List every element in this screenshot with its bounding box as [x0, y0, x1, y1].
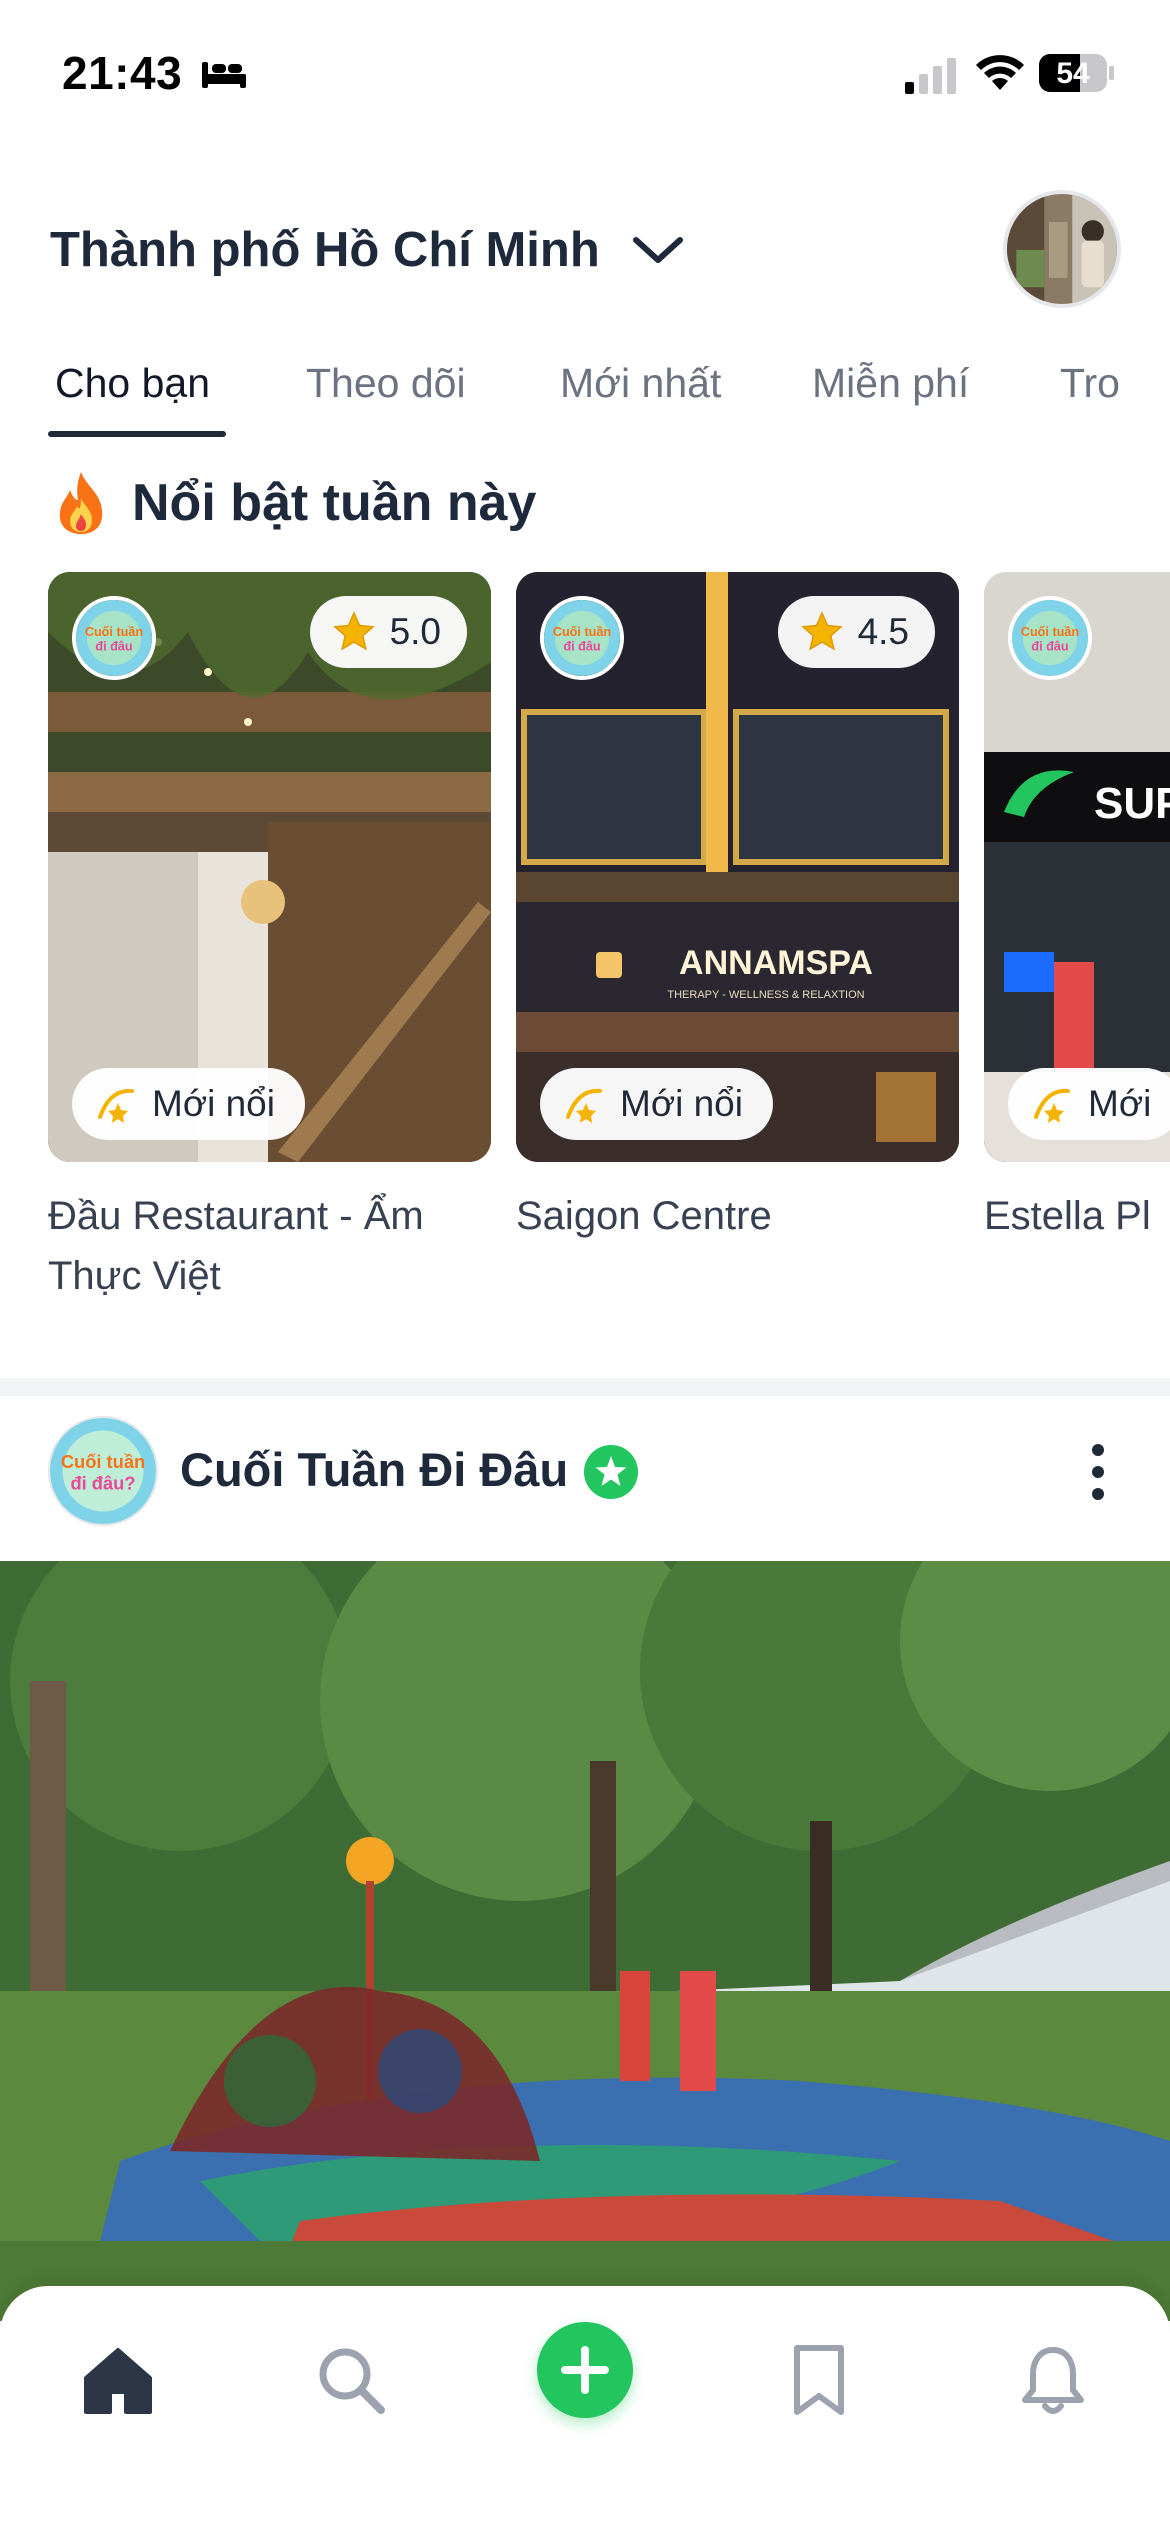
bottom-navigation — [0, 2286, 1170, 2532]
tab-theo-doi[interactable]: Theo dõi — [306, 360, 466, 407]
nav-home[interactable] — [68, 2330, 168, 2430]
more-options-icon[interactable] — [1078, 1436, 1118, 1508]
card-image: ANNAMSPA THERAPY - WELLNESS & RELAXTION … — [516, 572, 959, 1162]
nav-notifications[interactable] — [1003, 2330, 1103, 2430]
new-badge: Mới nổi — [540, 1068, 773, 1140]
feed-tabs: Cho bạn Theo dõi Mới nhất Miễn phí Tro — [0, 350, 1170, 440]
dizzy-star-icon — [1034, 1088, 1070, 1123]
tab-cho-ban[interactable]: Cho bạn — [55, 360, 210, 407]
svg-text:Cuối tuần: Cuối tuần — [1021, 625, 1079, 639]
featured-card[interactable]: SUP Cuối tuần đi đâu Mới Estella Pl — [984, 572, 1170, 1246]
sleep-mode-icon — [202, 62, 246, 88]
card-brand-logo: Cuối tuần đi đâu — [72, 596, 156, 680]
bookmark-icon — [794, 2345, 844, 2415]
bell-icon — [1022, 2347, 1084, 2414]
star-icon — [332, 611, 375, 651]
section-featured-heading: Nổi bật tuần này — [52, 470, 536, 536]
section-divider — [0, 1378, 1170, 1396]
svg-text:đi đâu: đi đâu — [95, 640, 132, 654]
post-header: Cuối tuần đi đâu? Cuối Tuần Đi Đâu — [0, 1396, 1170, 1561]
status-time: 21:43 — [62, 47, 183, 99]
status-bar: 21:43 54 — [0, 0, 1170, 150]
search-icon — [319, 2348, 385, 2414]
svg-text:đi đâu: đi đâu — [563, 640, 600, 654]
svg-text:đi đâu: đi đâu — [1031, 640, 1068, 654]
svg-text:Cuối tuần: Cuối tuần — [85, 625, 143, 639]
post-author-avatar[interactable]: Cuối tuần đi đâu? — [48, 1416, 158, 1526]
nav-search[interactable] — [301, 2330, 401, 2430]
tab-mien-phi[interactable]: Miễn phí — [812, 360, 969, 407]
active-tab-indicator — [48, 431, 226, 437]
card-title: Saigon Centre — [516, 1194, 772, 1238]
card-brand-logo: Cuối tuần đi đâu — [1008, 596, 1092, 680]
new-badge: Mới — [1008, 1068, 1170, 1140]
featured-card[interactable]: ANNAMSPA THERAPY - WELLNESS & RELAXTION … — [516, 572, 959, 1246]
dizzy-star-icon — [566, 1088, 602, 1123]
spa-sign-subtext: THERAPY - WELLNESS & RELAXTION — [667, 989, 864, 1001]
star-icon — [800, 611, 843, 651]
nav-bookmarks[interactable] — [769, 2330, 869, 2430]
city-name: Thành phố Hồ Chí Minh — [50, 223, 600, 277]
post-image[interactable] — [0, 1561, 1170, 2321]
chevron-down-icon — [632, 237, 683, 263]
city-selector[interactable]: Thành phố Hồ Chí Minh — [50, 215, 686, 285]
section-title: Nổi bật tuần này — [132, 474, 537, 532]
svg-text:Cuối tuần: Cuối tuần — [61, 1451, 145, 1472]
card-image: Cuối tuần đi đâu 5.0 Mới nổi — [48, 572, 491, 1162]
featured-card[interactable]: Cuối tuần đi đâu 5.0 Mới nổi Đầu Restaura… — [48, 572, 491, 1306]
battery-icon: 54 — [1038, 52, 1116, 94]
nav-add-button[interactable] — [537, 2322, 633, 2418]
tab-moi-nhat[interactable]: Mới nhất — [560, 360, 721, 407]
user-avatar[interactable] — [1003, 190, 1121, 308]
mall-sign-text: SUP — [1094, 779, 1170, 828]
new-badge-label: Mới — [1088, 1083, 1152, 1124]
rating-badge: 4.5 — [777, 596, 935, 668]
card-brand-logo: Cuối tuần đi đâu — [540, 596, 624, 680]
tab-tro[interactable]: Tro — [1060, 360, 1120, 407]
card-title: Đầu Restaurant - Ẩm Thực Việt — [48, 1194, 424, 1298]
battery-level: 54 — [1056, 57, 1090, 90]
card-title: Estella Pl — [984, 1194, 1151, 1238]
plus-icon — [561, 2346, 609, 2394]
post-author-name[interactable]: Cuối Tuần Đi Đâu — [180, 1442, 568, 1497]
rating-badge: 5.0 — [309, 596, 467, 668]
home-icon — [84, 2348, 152, 2414]
verified-star-icon — [584, 1445, 638, 1499]
rating-value: 5.0 — [389, 611, 441, 652]
svg-text:đi đâu?: đi đâu? — [70, 1472, 135, 1493]
new-badge-label: Mới nổi — [152, 1083, 275, 1124]
card-image: SUP Cuối tuần đi đâu Mới — [984, 572, 1170, 1162]
new-badge-label: Mới nổi — [620, 1083, 743, 1124]
spa-sign-text: ANNAMSPA — [679, 944, 873, 982]
wifi-icon — [976, 55, 1024, 90]
svg-text:Cuối tuần: Cuối tuần — [553, 625, 611, 639]
featured-carousel[interactable]: Cuối tuần đi đâu 5.0 Mới nổi Đầu Restaura… — [0, 572, 1170, 1332]
dizzy-star-icon — [98, 1088, 134, 1123]
park-playground-photo — [0, 1561, 1170, 2321]
fire-icon — [59, 472, 103, 534]
cellular-signal-icon — [905, 58, 956, 94]
rating-value: 4.5 — [857, 611, 909, 652]
new-badge: Mới nổi — [72, 1068, 305, 1140]
